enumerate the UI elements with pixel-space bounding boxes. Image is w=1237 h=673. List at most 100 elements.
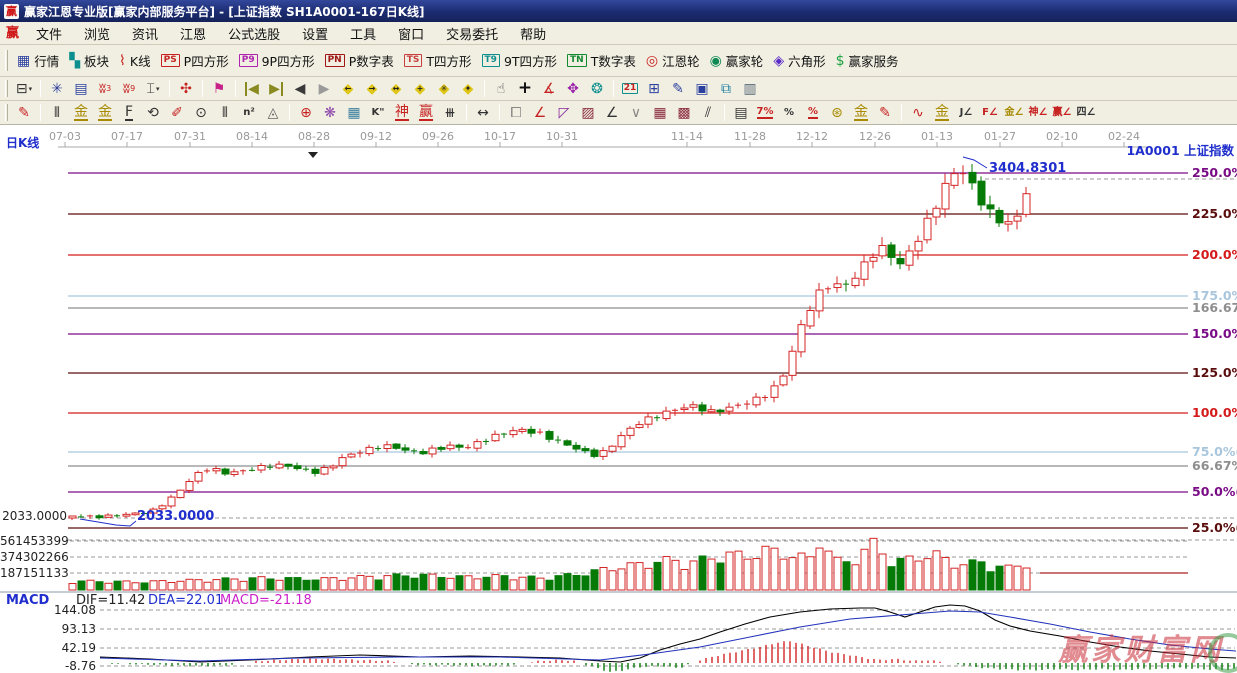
zoom-fit-x-icon[interactable]: ◆↔ — [385, 79, 407, 99]
f-angle-icon[interactable]: F∠ — [979, 103, 1001, 123]
t-number-table-button[interactable]: TNT数字表 — [567, 51, 636, 70]
menu-item-1[interactable]: 浏览 — [73, 24, 121, 43]
menu-item-2[interactable]: 资讯 — [121, 24, 169, 43]
width-measure-icon[interactable]: ↔ — [472, 103, 494, 123]
menu-item-9[interactable]: 帮助 — [509, 24, 557, 43]
smart-brain-icon[interactable]: ❂ — [586, 79, 608, 99]
wave-9-icon[interactable]: ʬ9 — [118, 79, 140, 99]
winner-service-button[interactable]: $赢家服务 — [836, 51, 899, 70]
crosshair-icon[interactable]: + — [514, 79, 536, 99]
trend-ray-icon[interactable]: ∠ — [601, 103, 623, 123]
wave-ruler-icon[interactable]: ∿ — [907, 103, 929, 123]
measure-pencil-icon[interactable]: ✐ — [166, 103, 188, 123]
toolbar-separator — [613, 80, 614, 96]
f10-info-icon[interactable]: ▤ — [70, 79, 92, 99]
zoom-all-icon[interactable]: ◆+ — [409, 79, 431, 99]
date-ruler-icon[interactable]: ⧻ — [439, 103, 461, 123]
n-square-icon[interactable]: n² — [238, 103, 260, 123]
zoom-reset-icon[interactable]: ◆✳ — [433, 79, 455, 99]
gann-wheel-button[interactable]: ◎江恩轮 — [646, 51, 700, 70]
gold-level-icon[interactable]: 金 — [850, 103, 872, 123]
last-page-icon[interactable]: ▶ — [265, 79, 287, 99]
stats-table-icon[interactable]: ▤ — [730, 103, 752, 123]
send-chart-icon[interactable]: ⧉ — [715, 79, 737, 99]
save-icon[interactable]: ▣ — [691, 79, 713, 99]
gann-frame-icon[interactable]: ⧠ — [505, 103, 527, 123]
calendar-icon[interactable]: 21 — [619, 79, 641, 99]
k-quote-icon[interactable]: K" — [367, 103, 389, 123]
menu-item-7[interactable]: 窗口 — [387, 24, 435, 43]
percent-line-icon[interactable]: % — [802, 103, 824, 123]
percent-zone-icon[interactable]: 7% — [754, 103, 776, 123]
9t-square-button[interactable]: T99T四方形 — [482, 51, 558, 70]
gann-fan-icon[interactable]: ∠ — [529, 103, 551, 123]
zigzag-wave-icon[interactable]: ∨ — [625, 103, 647, 123]
hand-drag-icon[interactable]: ☝ — [490, 79, 512, 99]
mirror-angle-icon[interactable]: ◬ — [262, 103, 284, 123]
menu-item-5[interactable]: 设置 — [291, 24, 339, 43]
gold-time-grid-2-icon[interactable]: 金 — [94, 103, 116, 123]
shen-angle-icon[interactable]: 神∠ — [1027, 103, 1049, 123]
marker-triangle-icon — [308, 152, 318, 158]
j-angle-icon[interactable]: J∠ — [955, 103, 977, 123]
gold-wave-icon[interactable]: 金 — [931, 103, 953, 123]
pattern-overlay-icon[interactable]: ✣ — [175, 79, 197, 99]
menu-item-6[interactable]: 工具 — [339, 24, 387, 43]
p-square-button[interactable]: PSP四方形 — [161, 51, 229, 70]
menu-item-8[interactable]: 交易委托 — [435, 24, 509, 43]
workstation-icon[interactable]: ▥ — [739, 79, 761, 99]
p-number-table-button[interactable]: PNP数字表 — [325, 51, 394, 70]
gold-time-grid-icon[interactable]: 金 — [70, 103, 92, 123]
kline-button[interactable]: ⌇K线 — [119, 51, 151, 70]
gann-marker-icon[interactable]: ✥ — [562, 79, 584, 99]
winner-wheel-button[interactable]: ◉赢家轮 — [710, 51, 764, 70]
four-angle-icon[interactable]: 四∠ — [1075, 103, 1097, 123]
zoom-out-x-icon[interactable]: ◆← — [337, 79, 359, 99]
spiral-cycle-icon[interactable]: ⟲ — [142, 103, 164, 123]
ying-angle-icon[interactable]: 赢∠ — [1051, 103, 1073, 123]
pattern-recognize-icon[interactable]: ✳ — [46, 79, 68, 99]
prev-screen-icon[interactable]: ◀ — [289, 79, 311, 99]
draw-pencil-icon[interactable]: ✎ — [13, 103, 35, 123]
gold-circle-icon[interactable]: ⊛ — [826, 103, 848, 123]
sectors-button[interactable]: ▚板块 — [69, 51, 109, 70]
shen-grid-icon[interactable]: 神 — [391, 103, 413, 123]
wave-3-icon[interactable]: ʬ3 — [94, 79, 116, 99]
clock-cycle-icon[interactable]: ⊙ — [190, 103, 212, 123]
gann-target-icon[interactable]: ⊕ — [295, 103, 317, 123]
square-web-icon[interactable]: ▦ — [343, 103, 365, 123]
next-screen-icon[interactable]: ▶ — [313, 79, 335, 99]
mark-pencil-icon[interactable]: ✎ — [874, 103, 896, 123]
quotes-button[interactable]: ▦行情 — [17, 51, 59, 70]
zoom-in-x-icon[interactable]: ◆→ — [361, 79, 383, 99]
candle-style-icon[interactable]: ⌶▾ — [142, 79, 164, 99]
gann-fan-grid-icon[interactable]: ▨ — [577, 103, 599, 123]
menu-item-3[interactable]: 江恩 — [169, 24, 217, 43]
hexagon-button[interactable]: ◈六角形 — [773, 51, 825, 70]
gold-angle-icon[interactable]: 金∠ — [1003, 103, 1025, 123]
zoom-all-overlay: + — [410, 80, 430, 98]
star-web-icon[interactable]: ❋ — [319, 103, 341, 123]
ying-grid-icon[interactable]: 赢 — [415, 103, 437, 123]
angle-measure-icon[interactable]: ∡ — [538, 79, 560, 99]
t-number-table-glyph: TN — [567, 54, 587, 67]
price-grid-icon[interactable]: ▦ — [649, 103, 671, 123]
notepad-icon[interactable]: ✎ — [667, 79, 689, 99]
menu-item-0[interactable]: 文件 — [25, 24, 73, 43]
chart-canvas[interactable]: 07-0307-1707-3108-1408-2809-1209-2610-17… — [0, 125, 1237, 673]
pan-mode-icon[interactable]: ◆✦ — [457, 79, 479, 99]
9p-square-button[interactable]: P99P四方形 — [239, 51, 315, 70]
parallel-rays-icon[interactable]: ⫽ — [697, 103, 719, 123]
price-grid-9-icon[interactable]: ▩ — [673, 103, 695, 123]
gann-fan-square-icon[interactable]: ◸ — [553, 103, 575, 123]
fib-time-grid-icon[interactable]: F — [118, 103, 140, 123]
percent-calc-icon[interactable]: % — [778, 103, 800, 123]
t-square-button[interactable]: TST四方形 — [404, 51, 472, 70]
menu-item-4[interactable]: 公式选股 — [217, 24, 291, 43]
calculator-icon[interactable]: ⊞ — [643, 79, 665, 99]
time-grid-icon[interactable]: ⫴ — [46, 103, 68, 123]
bar-count-icon[interactable]: ⫴ — [214, 103, 236, 123]
volume-colormap-icon[interactable]: ⚑ — [208, 79, 230, 99]
first-page-icon[interactable]: ◀ — [241, 79, 263, 99]
kline-layout-icon[interactable]: ⊟▾ — [13, 79, 35, 99]
